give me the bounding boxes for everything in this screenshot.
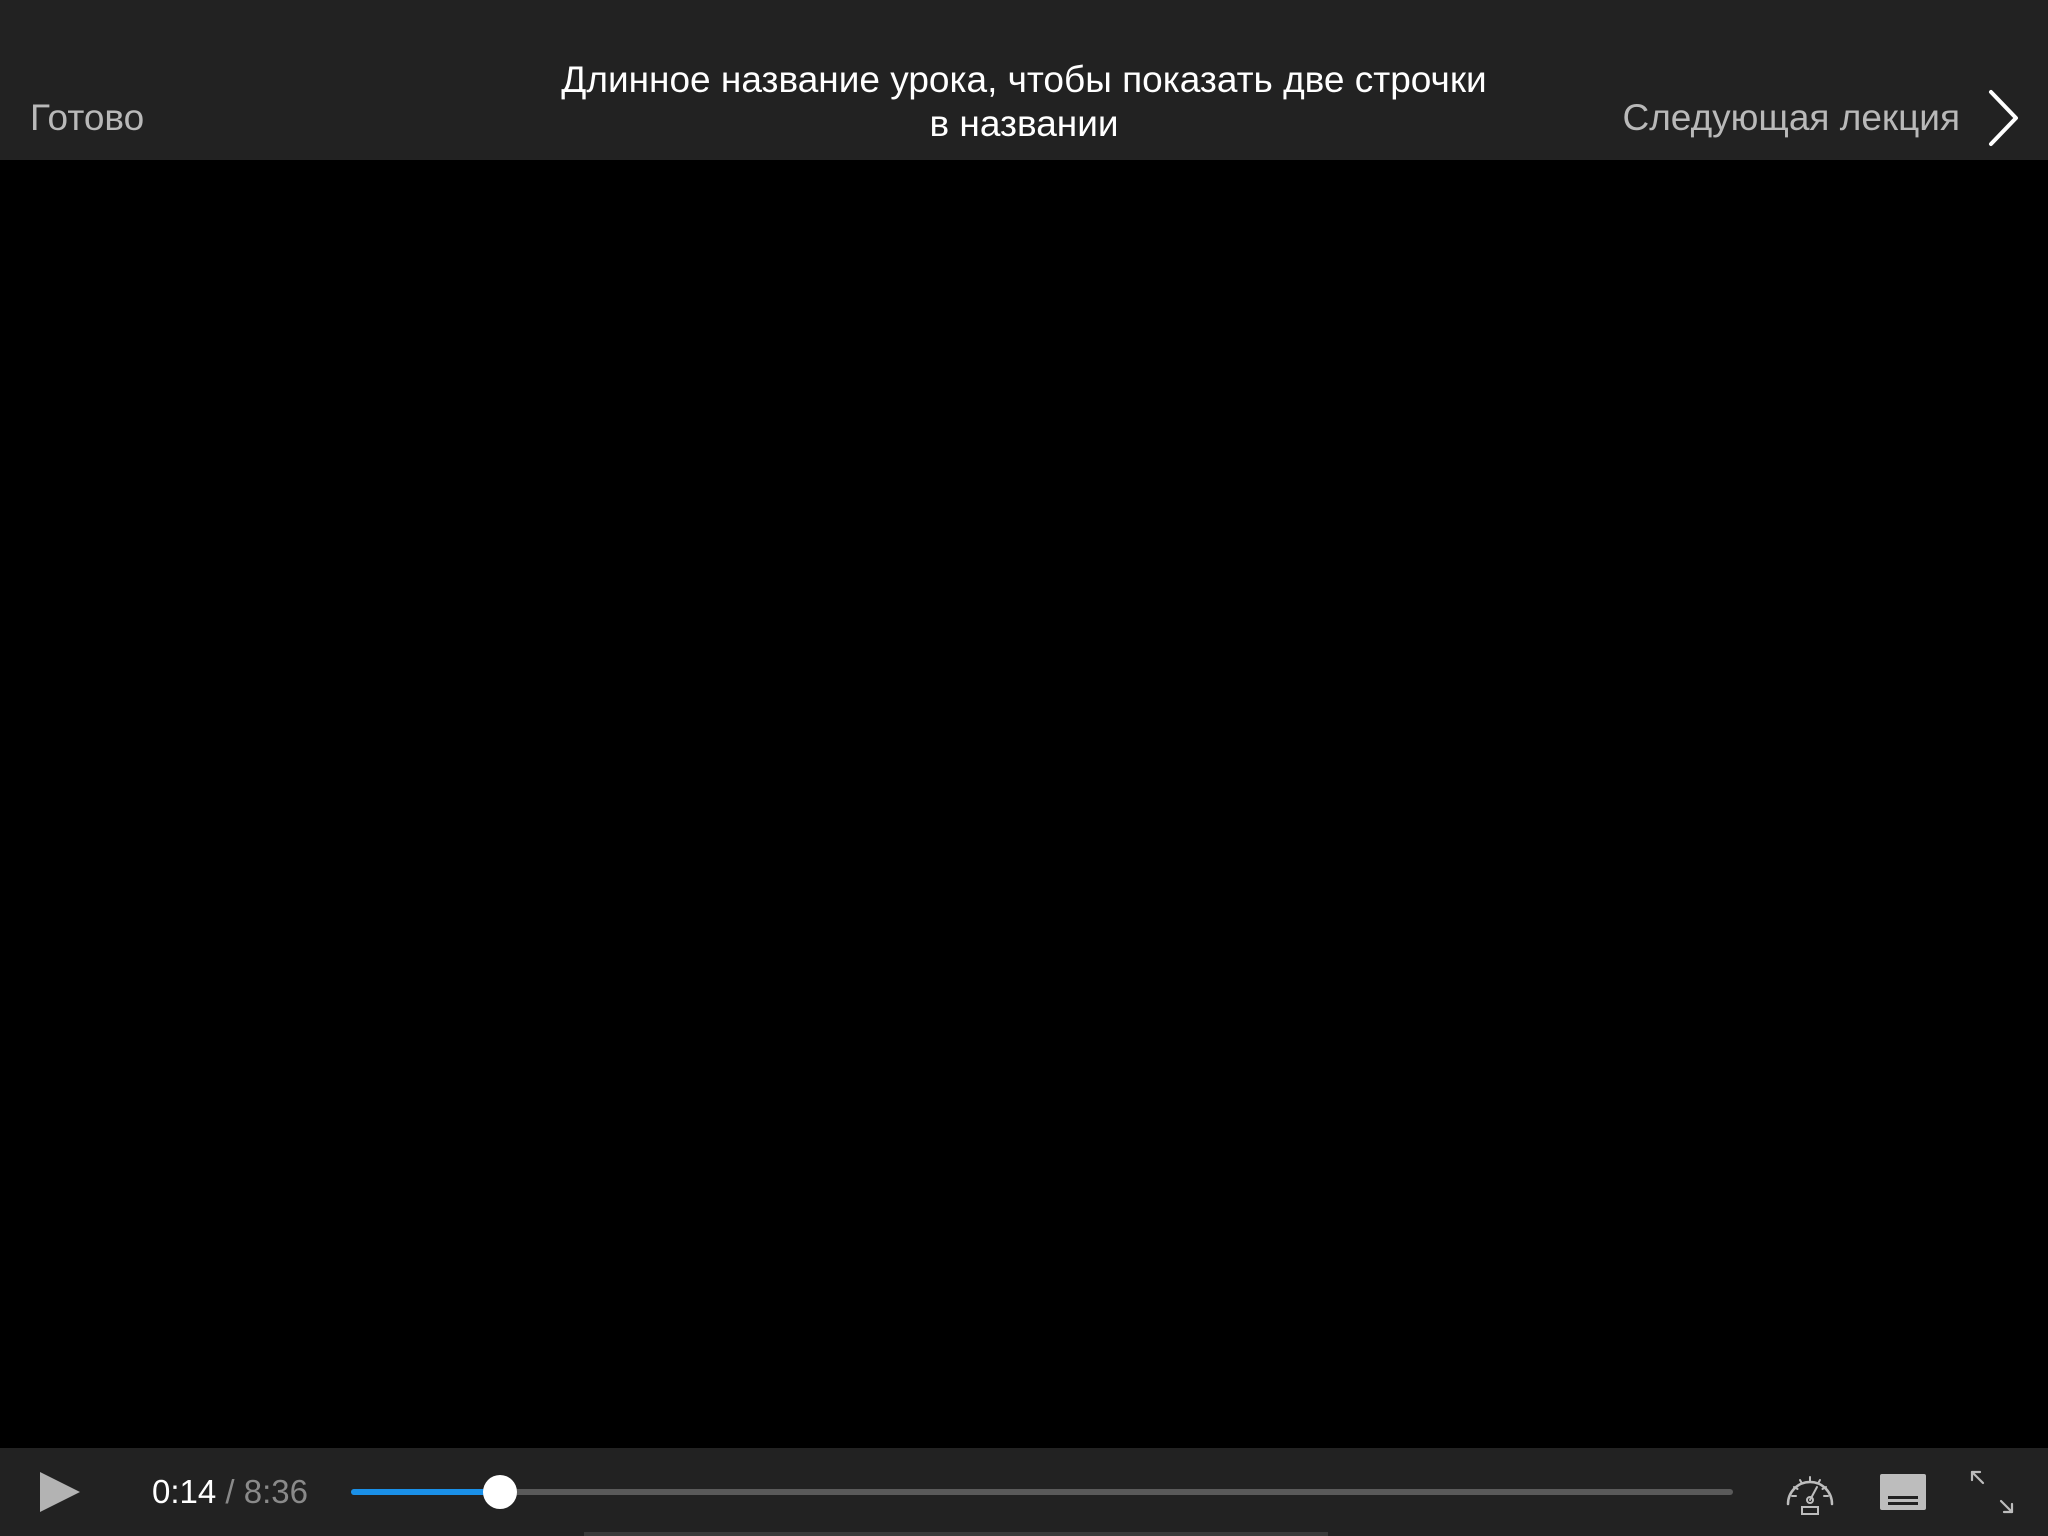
playback-control-bar: 0:14 / 8:36 (0, 1448, 2048, 1536)
progress-thumb[interactable] (483, 1475, 518, 1509)
subtitles-icon[interactable] (1877, 1466, 1929, 1518)
top-navigation-bar: Готово Длинное название урока, чтобы пок… (0, 0, 2048, 160)
progress-scrubber[interactable] (351, 1475, 1733, 1509)
progress-track (351, 1489, 1733, 1495)
progress-fill (351, 1489, 501, 1495)
home-indicator (584, 1532, 1328, 1536)
current-time: 0:14 (152, 1473, 217, 1510)
total-time: 8:36 (243, 1473, 308, 1510)
next-lecture-label: Следующая лекция (1622, 97, 1961, 138)
time-display: 0:14 / 8:36 (152, 1472, 308, 1512)
chevron-right-icon (1989, 90, 2018, 146)
fullscreen-icon[interactable] (1966, 1466, 2018, 1518)
play-icon[interactable] (36, 1468, 84, 1516)
lesson-title: Длинное название урока, чтобы показать д… (561, 59, 1487, 144)
done-button[interactable]: Готово (30, 96, 144, 140)
video-player-screen: Готово Длинное название урока, чтобы пок… (0, 0, 2048, 1536)
time-separator: / (225, 1473, 235, 1510)
video-area[interactable] (0, 160, 2048, 1448)
next-lecture-button[interactable]: Следующая лекция (1623, 88, 2021, 148)
speed-icon[interactable] (1784, 1466, 1836, 1518)
